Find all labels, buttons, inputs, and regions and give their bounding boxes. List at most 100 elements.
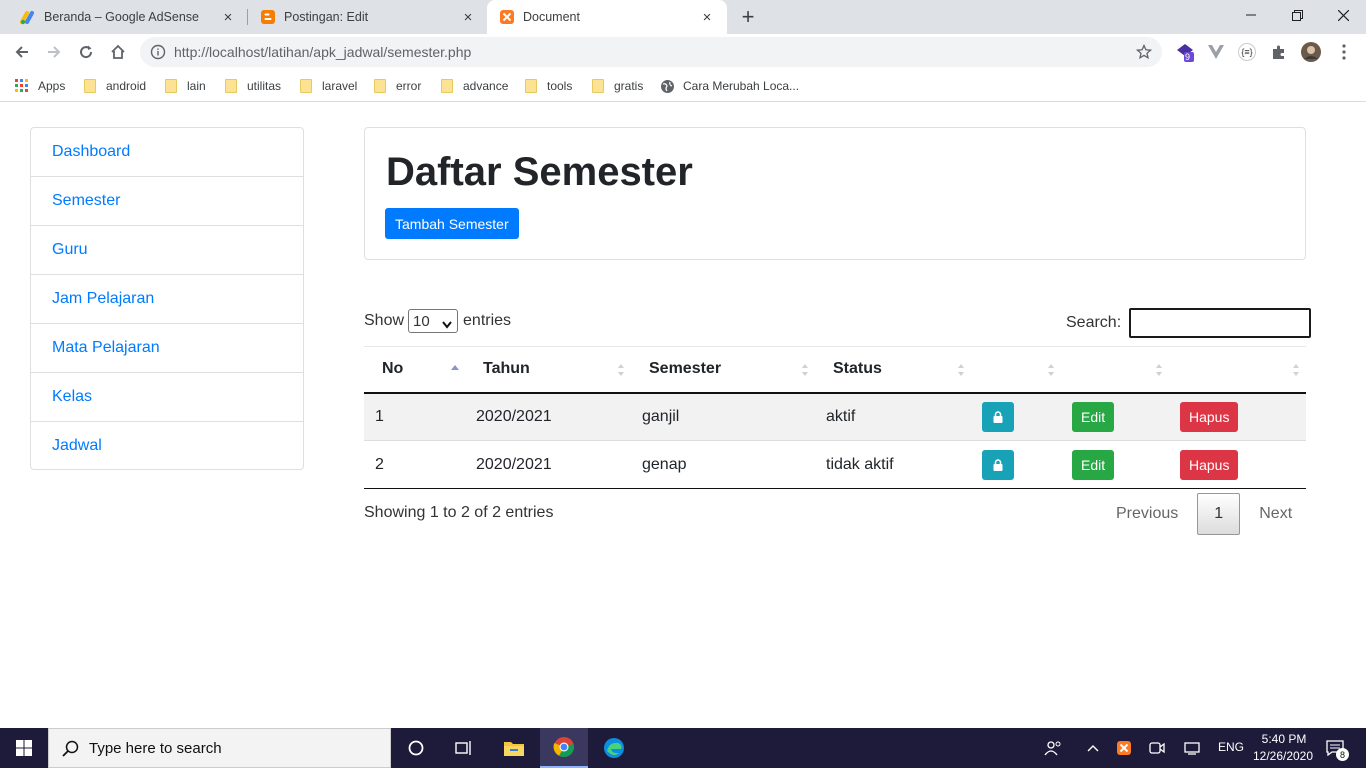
bookmark-folder-lain[interactable]: lain (163, 76, 206, 96)
page-title: Daftar Semester (386, 150, 693, 194)
xampp-tray-icon[interactable] (1111, 728, 1137, 768)
profile-avatar[interactable] (1299, 40, 1323, 64)
vue-devtools-icon[interactable] (1204, 40, 1228, 64)
column-header-status[interactable]: Status (815, 346, 971, 394)
delete-button[interactable]: Hapus (1180, 449, 1239, 480)
bookmark-folder-error[interactable]: error (372, 76, 421, 96)
cortana-icon[interactable] (392, 728, 440, 768)
bookmark-folder-advance[interactable]: advance (439, 76, 508, 96)
tab-adsense[interactable]: Beranda – Google AdSense × (0, 0, 248, 34)
entries-select[interactable]: 10 (408, 309, 459, 333)
lock-icon (993, 411, 1003, 423)
clock-time[interactable]: 5:40 PM (1260, 732, 1308, 746)
column-header-no[interactable]: No (364, 346, 465, 394)
search-label: Search: (1066, 314, 1122, 331)
apps-grid-icon (14, 78, 30, 94)
windows-start-icon[interactable] (0, 728, 48, 768)
show-hidden-icons-icon[interactable] (1080, 728, 1106, 768)
sidebar-menu: Dashboard Semester Guru Jam Pelajaran Ma… (30, 127, 304, 470)
previous-page-button[interactable]: Previous (1100, 493, 1194, 535)
task-view-icon[interactable] (440, 728, 488, 768)
meet-now-icon[interactable] (1144, 728, 1170, 768)
bookmark-folder-android[interactable]: android (82, 76, 146, 96)
bookmark-cara-merubah[interactable]: Cara Merubah Loca... (659, 76, 799, 96)
sidebar-item-mata-pelajaran[interactable]: Mata Pelajaran (31, 324, 303, 373)
search-input[interactable] (1129, 308, 1312, 338)
close-tab-icon[interactable]: × (220, 9, 236, 26)
file-explorer-icon[interactable] (490, 728, 538, 768)
add-semester-button[interactable]: Tambah Semester (385, 208, 519, 239)
folder-icon (298, 78, 314, 94)
edit-button[interactable]: Edit (1072, 449, 1115, 480)
column-header-tahun[interactable]: Tahun (465, 346, 631, 394)
tab-blogger[interactable]: Postingan: Edit × (240, 0, 488, 34)
search-icon (62, 740, 79, 757)
minimize-icon[interactable] (1228, 0, 1274, 30)
sidebar-item-kelas[interactable]: Kelas (31, 373, 303, 422)
sort-icon (618, 364, 624, 376)
sidebar-item-semester[interactable]: Semester (31, 177, 303, 226)
address-bar[interactable]: http://localhost/latihan/apk_jadwal/seme… (140, 37, 1162, 67)
sidebar-item-jam-pelajaran[interactable]: Jam Pelajaran (31, 275, 303, 324)
lock-button[interactable] (982, 401, 1014, 432)
close-tab-icon[interactable]: × (460, 9, 476, 26)
column-header-delete[interactable] (1169, 346, 1306, 394)
tab-title: Postingan: Edit (284, 10, 369, 24)
people-icon[interactable] (1040, 728, 1066, 768)
forward-arrow-icon[interactable] (40, 38, 68, 66)
delete-button[interactable]: Hapus (1180, 401, 1239, 432)
back-arrow-icon[interactable] (8, 38, 36, 66)
new-tab-button[interactable]: + (736, 4, 760, 29)
url-text[interactable]: http://localhost/latihan/apk_jadwal/seme… (174, 44, 471, 60)
lock-button[interactable] (982, 449, 1014, 480)
notification-center-icon[interactable]: 8 (1320, 728, 1350, 768)
column-header-edit[interactable] (1061, 346, 1169, 394)
chrome-taskbar-icon[interactable] (540, 728, 588, 768)
edge-icon[interactable] (590, 728, 638, 768)
show-label: Show (364, 312, 405, 329)
bookmark-folder-utilitas[interactable]: utilitas (223, 76, 281, 96)
sidebar-item-jadwal[interactable]: Jadwal (31, 422, 303, 469)
lock-icon (993, 458, 1003, 471)
extension-purple-icon[interactable]: 9 (1173, 40, 1197, 64)
json-viewer-icon[interactable]: {≡} (1235, 40, 1259, 64)
bookmark-star-icon[interactable] (1134, 42, 1154, 62)
clock-date[interactable]: 12/26/2020 (1250, 749, 1316, 763)
close-window-icon[interactable] (1320, 0, 1366, 30)
folder-icon (82, 78, 98, 94)
notification-badge: 8 (1336, 748, 1349, 761)
cell-lock (971, 392, 1061, 441)
taskbar-search-input[interactable]: Type here to search (48, 728, 391, 768)
close-tab-icon[interactable]: × (699, 9, 715, 26)
bookmark-apps[interactable]: Apps (14, 76, 65, 96)
restore-icon[interactable] (1274, 0, 1320, 30)
language-indicator[interactable]: ENG (1218, 740, 1244, 754)
column-header-semester[interactable]: Semester (631, 346, 815, 394)
folder-icon (372, 78, 388, 94)
bookmark-folder-tools[interactable]: tools (523, 76, 572, 96)
next-page-button[interactable]: Next (1243, 493, 1308, 535)
table-row: 1 2020/2021 ganjil aktif Edit Hapus (364, 392, 1306, 441)
cell-no: 1 (364, 392, 465, 441)
page-1-button[interactable]: 1 (1197, 493, 1241, 535)
extensions-puzzle-icon[interactable] (1267, 40, 1291, 64)
tab-document[interactable]: Document × (487, 0, 727, 34)
home-icon[interactable] (104, 38, 132, 66)
sidebar-item-guru[interactable]: Guru (31, 226, 303, 275)
site-info-icon[interactable] (150, 44, 166, 60)
cell-edit: Edit (1061, 392, 1169, 441)
column-header-lock[interactable] (971, 346, 1061, 394)
chrome-menu-icon[interactable] (1332, 40, 1356, 64)
cell-no: 2 (364, 440, 465, 489)
entries-length-control: Show 10 entries (364, 309, 511, 333)
pagination: Previous 1 Next (1100, 493, 1308, 535)
extension-badge: 9 (1185, 52, 1191, 62)
network-icon[interactable] (1179, 728, 1205, 768)
table-search: Search: (1066, 308, 1312, 338)
edit-button[interactable]: Edit (1072, 401, 1115, 432)
bookmark-folder-laravel[interactable]: laravel (298, 76, 357, 96)
sidebar-item-dashboard[interactable]: Dashboard (31, 128, 303, 177)
cell-lock (971, 440, 1061, 489)
bookmark-folder-gratis[interactable]: gratis (590, 76, 643, 96)
reload-icon[interactable] (72, 38, 100, 66)
